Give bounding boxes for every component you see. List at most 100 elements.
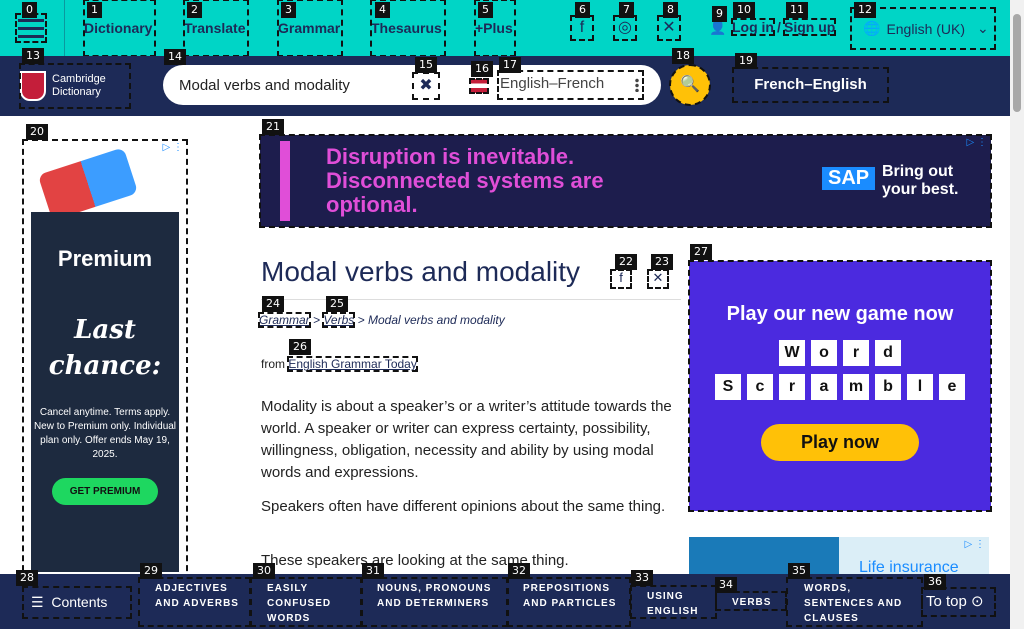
badge: 27 [690,244,712,260]
badge: 28 [16,570,38,586]
cambridge-logo[interactable]: Cambridge Dictionary [19,63,131,109]
tile-row-1: W o r d [689,340,991,366]
badge: 33 [631,570,653,586]
sap-banner-ad[interactable]: Disruption is inevitable. Disconnected s… [259,134,992,228]
login-link[interactable]: Log in [731,18,775,36]
uk-flag-icon [469,78,489,94]
facebook-icon[interactable]: f [570,15,594,41]
premium-ad[interactable]: ▷ ⋮ Premium Last chance: Cancel anytime.… [22,139,188,591]
to-top-label: To top [926,593,967,610]
ad-choices-icon[interactable]: ▷ ⋮ [967,137,987,148]
topic-words-sentences-clauses[interactable]: WORDS, SENTENCES AND CLAUSES [786,577,923,627]
breadcrumb-sep: > [357,313,365,327]
badge: 10 [733,2,755,18]
tile-row-2: S c r a m b l e [689,374,991,400]
menu-icon[interactable] [15,13,47,43]
instagram-icon[interactable]: ◎ [613,15,637,41]
ad-stripe [280,141,290,221]
game-ad-title: Play our new game now [726,303,954,325]
letter-tile: b [875,374,901,400]
search-box: Modal verbs and modality ✖ English–Frenc… [163,65,661,105]
list-icon: ☰ [31,594,44,610]
badge: 25 [326,296,348,312]
contents-label: Contents [51,594,108,610]
nav-divider [64,0,65,56]
letter-tile: S [715,374,741,400]
facebook-share-icon[interactable]: f [610,269,632,289]
chevron-down-icon: ⌄ [977,20,989,36]
from-label: from [261,357,285,371]
ad-choices-icon[interactable]: ▷ ⋮ [163,142,183,153]
search-button[interactable]: 🔍 [669,64,711,106]
letter-tile: r [843,340,869,366]
to-top-button[interactable]: To top ⊙ [921,587,996,617]
source-link[interactable]: English Grammar Today [287,356,418,372]
paragraph: Modality is about a speaker’s or a write… [261,398,672,481]
scrollbar-thumb[interactable] [1013,14,1021,112]
bottom-nav-bar: ☰ Contents ADJECTIVES AND ADVERBS EASILY… [0,574,1010,629]
badge: 0 [22,2,37,18]
letter-tile: e [939,374,965,400]
signup-link[interactable]: Sign up [782,18,837,36]
badge: 36 [924,574,946,590]
premium-headline: Last chance: [48,315,162,381]
topic-verbs[interactable]: VERBS [715,591,787,611]
x-share-icon[interactable]: ✕ [647,269,669,289]
badge: 16 [471,61,493,77]
breadcrumb-current: Modal verbs and modality [367,313,505,327]
more-icon[interactable] [635,78,639,92]
letter-tile: o [811,340,837,366]
badge: 4 [375,2,390,18]
logo-line1: Cambridge [52,73,106,85]
search-input[interactable]: Modal verbs and modality [179,77,350,94]
letter-tile: l [907,374,933,400]
topic-nouns-pronouns-determiners[interactable]: NOUNS, PRONOUNS AND DETERMINERS [361,577,508,627]
topic-adjectives-adverbs[interactable]: ADJECTIVES AND ADVERBS [138,577,251,627]
badge: 13 [22,48,44,64]
badge: 23 [651,254,673,270]
topic-prepositions-particles[interactable]: PREPOSITIONS AND PARTICLES [507,577,631,627]
dictionary-select[interactable]: English–French [497,70,644,100]
french-english-button[interactable]: French–English [732,67,889,103]
ad-choices-icon[interactable]: ▷ ⋮ [965,539,985,550]
badge: 18 [672,48,694,64]
source-line: from English Grammar Today [261,356,418,372]
x-icon[interactable]: ✕ [657,15,681,41]
sap-logo: SAP [822,167,876,190]
badge: 35 [788,563,810,579]
breadcrumb-grammar[interactable]: Grammar [258,312,311,328]
badge: 12 [854,2,876,18]
badge: 15 [415,57,437,73]
paragraph: Speakers often have different opinions a… [261,498,666,515]
life-insurance-ad[interactable]: Life insurance ▷ ⋮ [689,537,989,577]
topic-using-english[interactable]: USING ENGLISH [630,585,717,619]
breadcrumb-sep: > [313,313,321,327]
3d-glasses-image [37,147,139,221]
badge: 3 [281,2,296,18]
breadcrumb-verbs[interactable]: Verbs [322,312,356,328]
language-label: English (UK) [886,20,966,37]
badge: 34 [715,577,737,593]
premium-fine-print: Cancel anytime. Terms apply. New to Prem… [33,407,177,460]
badge: 31 [362,563,384,579]
badge: 2 [187,2,202,18]
badge: 24 [262,296,284,312]
contents-button[interactable]: ☰ Contents [22,586,132,619]
clear-icon[interactable]: ✖ [412,72,440,100]
badge: 5 [478,2,493,18]
badge: 11 [786,2,808,18]
premium-brand: Premium [57,246,153,271]
get-premium-button[interactable]: GET PREMIUM [51,478,159,505]
badge: 19 [735,53,757,69]
letter-tile: d [875,340,901,366]
sap-tagline: Bring out your best. [882,163,959,198]
letter-tile: a [811,374,837,400]
breadcrumb: Grammar > Verbs > Modal verbs and modali… [258,312,505,328]
scrollbar[interactable] [1010,0,1024,629]
badge: 26 [289,339,311,355]
letter-tile: W [779,340,805,366]
word-scramble-ad[interactable]: Play our new game now W o r d S c r a m … [688,260,992,512]
paragraph: These speakers are looking at the same t… [261,552,569,569]
topic-easily-confused-words[interactable]: EASILY CONFUSED WORDS [250,577,362,627]
play-now-button[interactable]: Play now [760,424,920,461]
